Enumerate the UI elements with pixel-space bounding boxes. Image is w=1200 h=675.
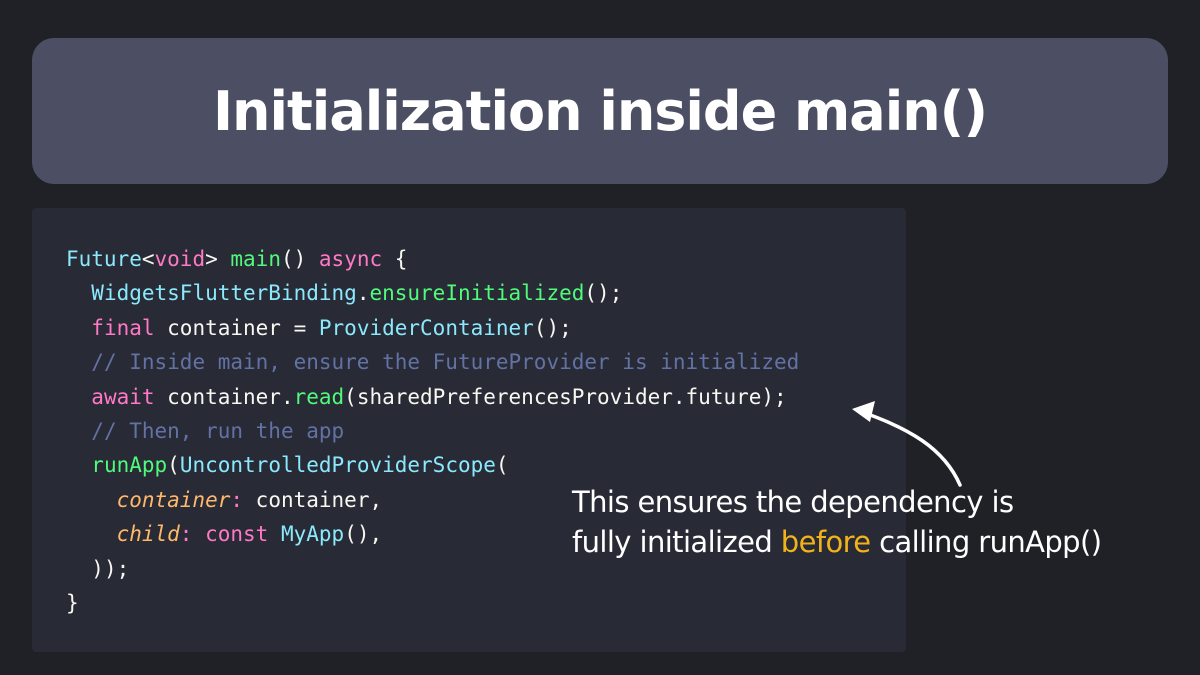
code-comment: // Inside main, ensure the FutureProvide… [91,350,800,375]
code-token: > [205,247,231,271]
code-token: ensureInitialized [369,281,585,306]
annotation-note: This ensures the dependency is fully ini… [572,482,1102,562]
code-named-param: child [116,522,180,547]
code-token: UncontrolledProviderScope [179,453,496,478]
code-token: runApp [91,453,168,478]
code-token: () [280,247,319,271]
code-token: : [179,522,193,547]
code-line-2: WidgetsFlutterBinding.ensureInitialized(… [66,276,799,310]
annotation-highlight: before [780,525,871,559]
annotation-line-2: fully initialized before calling runApp(… [572,522,1102,562]
code-token: (); [533,315,572,340]
code-line-4: // Inside main, ensure the FutureProvide… [66,345,799,379]
code-token: await [91,384,155,409]
code-token: ( [167,453,180,478]
code-token: . [356,281,370,306]
code-line-1: Future<void> main() async { [66,242,799,276]
code-token: async [318,247,383,271]
code-token: )); [91,556,130,581]
title-banner: Initialization inside main() [32,38,1168,184]
code-token: < [141,247,155,271]
code-token: container = [154,315,319,340]
code-token: : [230,487,244,512]
code-token: container. [154,384,294,409]
code-token: { [382,247,408,271]
code-token: final [91,315,155,340]
annotation-text: calling runApp() [870,525,1102,559]
code-token: } [66,590,79,615]
code-line-7: runApp(UncontrolledProviderScope( [66,448,799,482]
code-token: ProviderContainer [318,315,534,340]
code-token: read [293,384,345,409]
code-token: WidgetsFlutterBinding [91,281,357,306]
code-line-11: } [66,586,799,620]
code-token: ( [495,453,509,478]
code-token: const [205,522,269,547]
code-token: MyApp [280,522,345,547]
annotation-line-1: This ensures the dependency is [572,485,1014,519]
code-token: (); [584,281,623,306]
code-line-5: await container.read(sharedPreferencesPr… [66,380,799,414]
code-named-param: container [116,487,231,512]
code-block: Future<void> main() async { WidgetsFlutt… [66,242,799,620]
annotation-text: fully initialized [572,525,781,559]
code-token: (sharedPreferencesProvider.future); [344,384,787,409]
page-title: Initialization inside main() [212,79,988,143]
code-comment: // Then, run the app [91,418,345,443]
code-token: container, [243,487,383,512]
code-line-3: final container = ProviderContainer(); [66,311,799,345]
code-line-6: // Then, run the app [66,414,799,448]
code-token: void [154,247,206,271]
code-panel: Future<void> main() async { WidgetsFlutt… [32,208,906,652]
code-token: Future [66,247,142,271]
code-token: main [230,247,281,271]
code-token: (), [344,522,383,547]
